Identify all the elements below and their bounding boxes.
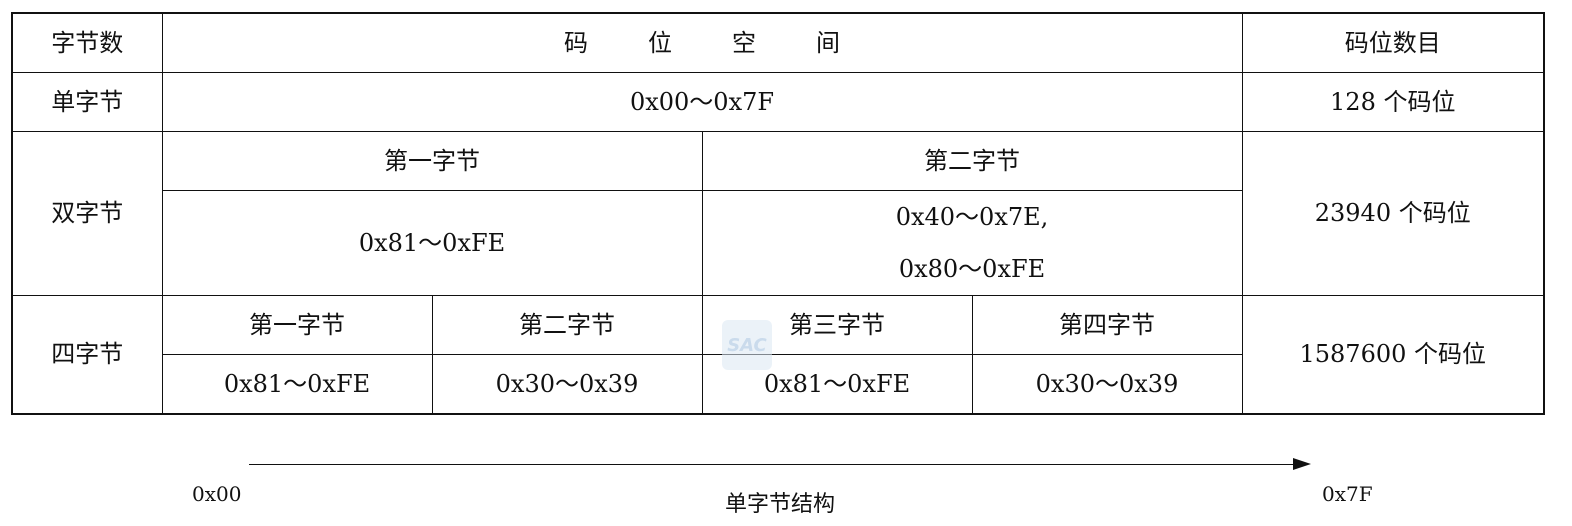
- quad-label: 四字节: [11, 295, 163, 415]
- quad-range-4: 0x30～0x39: [971, 354, 1243, 415]
- double-second-range-line2: 0x80～0xFE: [898, 255, 1046, 283]
- sac-watermark: SAC: [722, 320, 772, 370]
- quad-range-2: 0x30～0x39: [431, 354, 703, 415]
- single-byte-axis-line: [249, 464, 1295, 465]
- single-range: 0x00～0x7F: [161, 72, 1243, 132]
- single-label: 单字节: [11, 72, 163, 132]
- single-count: 128 个码位: [1241, 72, 1545, 132]
- diagram-caption: 单字节结构: [724, 492, 835, 517]
- header-count: 码位数目: [1241, 12, 1545, 73]
- quad-head-2: 第二字节: [431, 295, 703, 355]
- quad-range-1: 0x81～0xFE: [161, 354, 433, 415]
- double-second-range-line1: 0x40～0x7E,: [895, 203, 1049, 231]
- double-first-head: 第一字节: [161, 131, 703, 191]
- codespace-table: 字节数 码位空间 码位数目 单字节 0x00～0x7F 128 个码位 双字节 …: [11, 12, 1545, 415]
- double-byte-head-row: 双字节 第一字节 第二字节 23940 个码位: [11, 131, 1545, 296]
- quad-byte-head-row: 四字节 第一字节 第二字节 第三字节 第四字节 1587600 个码位: [11, 295, 1545, 415]
- axis-arrow-icon: [1293, 458, 1311, 470]
- header-row: 字节数 码位空间 码位数目: [11, 12, 1545, 73]
- quad-head-1: 第一字节: [161, 295, 433, 355]
- header-space: 码位空间: [161, 12, 1243, 73]
- double-first-range: 0x81～0xFE: [161, 190, 703, 296]
- double-count: 23940 个码位: [1241, 131, 1545, 296]
- header-bytes: 字节数: [11, 12, 163, 73]
- double-label: 双字节: [11, 131, 163, 296]
- quad-head-4: 第四字节: [971, 295, 1243, 355]
- quad-count: 1587600 个码位: [1241, 295, 1545, 415]
- single-byte-row: 单字节 0x00～0x7F 128 个码位: [11, 72, 1545, 132]
- double-second-range: 0x40～0x7E, 0x80～0xFE: [701, 190, 1243, 296]
- double-second-head: 第二字节: [701, 131, 1243, 191]
